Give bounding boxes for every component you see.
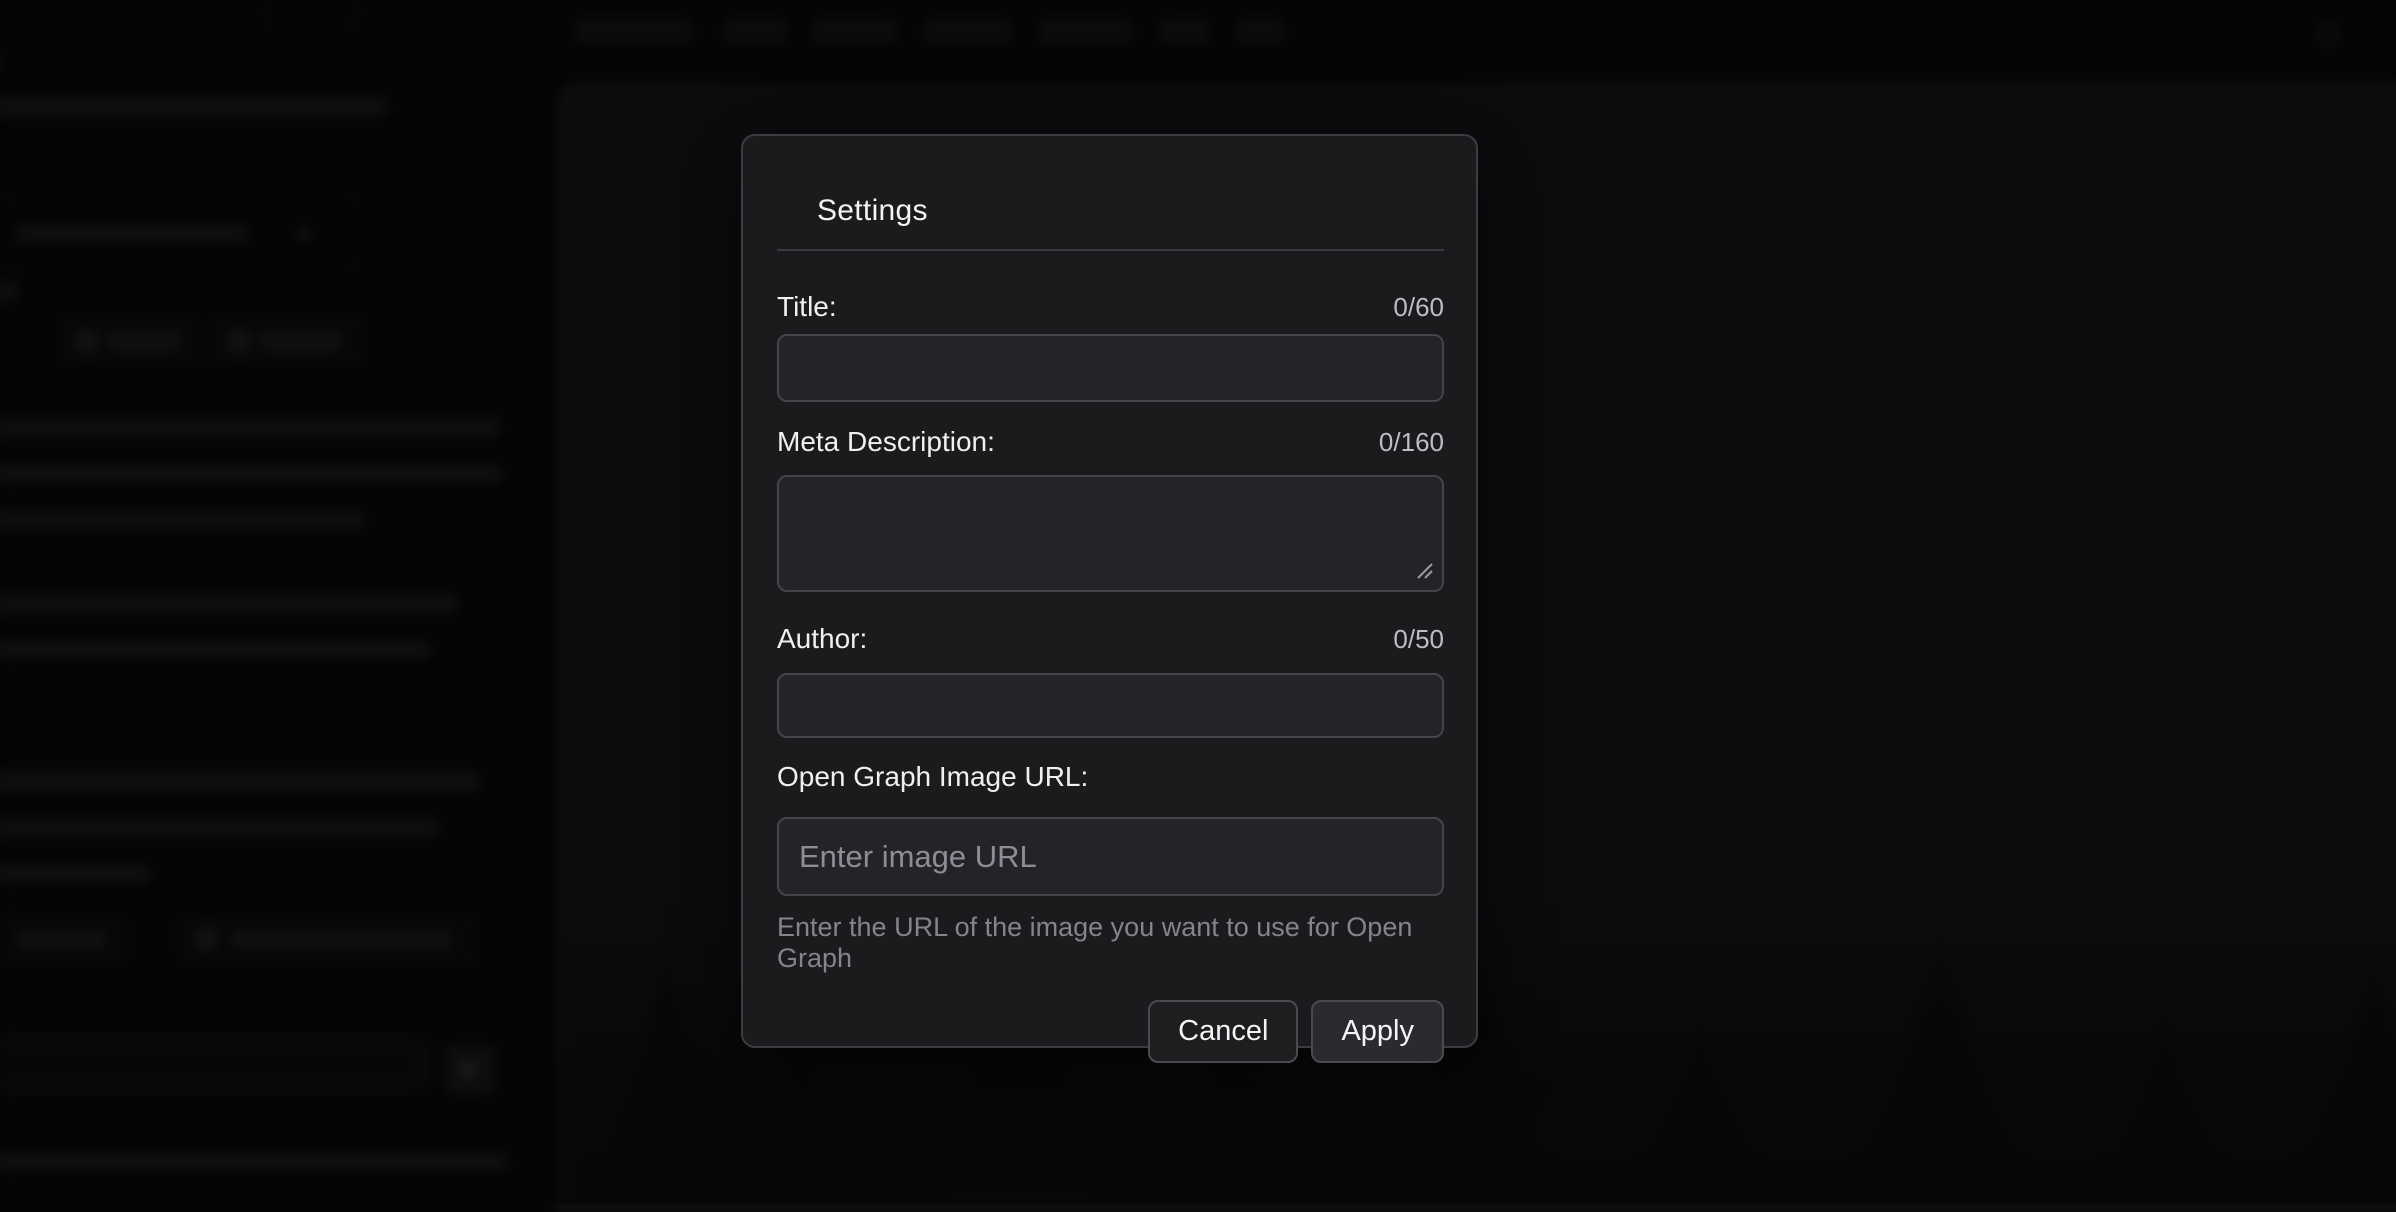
apply-button[interactable]: Apply	[1311, 1000, 1444, 1063]
meta-description-label: Meta Description:	[777, 426, 995, 458]
modal-title: Settings	[817, 194, 1444, 228]
title-input[interactable]	[777, 334, 1444, 402]
divider	[777, 249, 1444, 251]
meta-description-textarea[interactable]	[777, 475, 1444, 592]
author-input[interactable]	[777, 673, 1444, 738]
cancel-button[interactable]: Cancel	[1148, 1000, 1298, 1063]
resize-handle-icon[interactable]	[1414, 560, 1436, 582]
settings-modal: Settings Title: 0/60 Meta Description: 0…	[741, 134, 1478, 1048]
og-image-url-label: Open Graph Image URL:	[777, 761, 1088, 793]
title-counter: 0/60	[1393, 292, 1444, 323]
author-label: Author:	[777, 623, 867, 655]
title-label: Title:	[777, 291, 837, 323]
og-image-url-helper-text: Enter the URL of the image you want to u…	[777, 912, 1444, 974]
meta-description-counter: 0/160	[1379, 427, 1444, 458]
og-image-url-input[interactable]	[777, 817, 1444, 896]
screen: ✕	[0, 0, 2396, 1204]
author-counter: 0/50	[1393, 624, 1444, 655]
